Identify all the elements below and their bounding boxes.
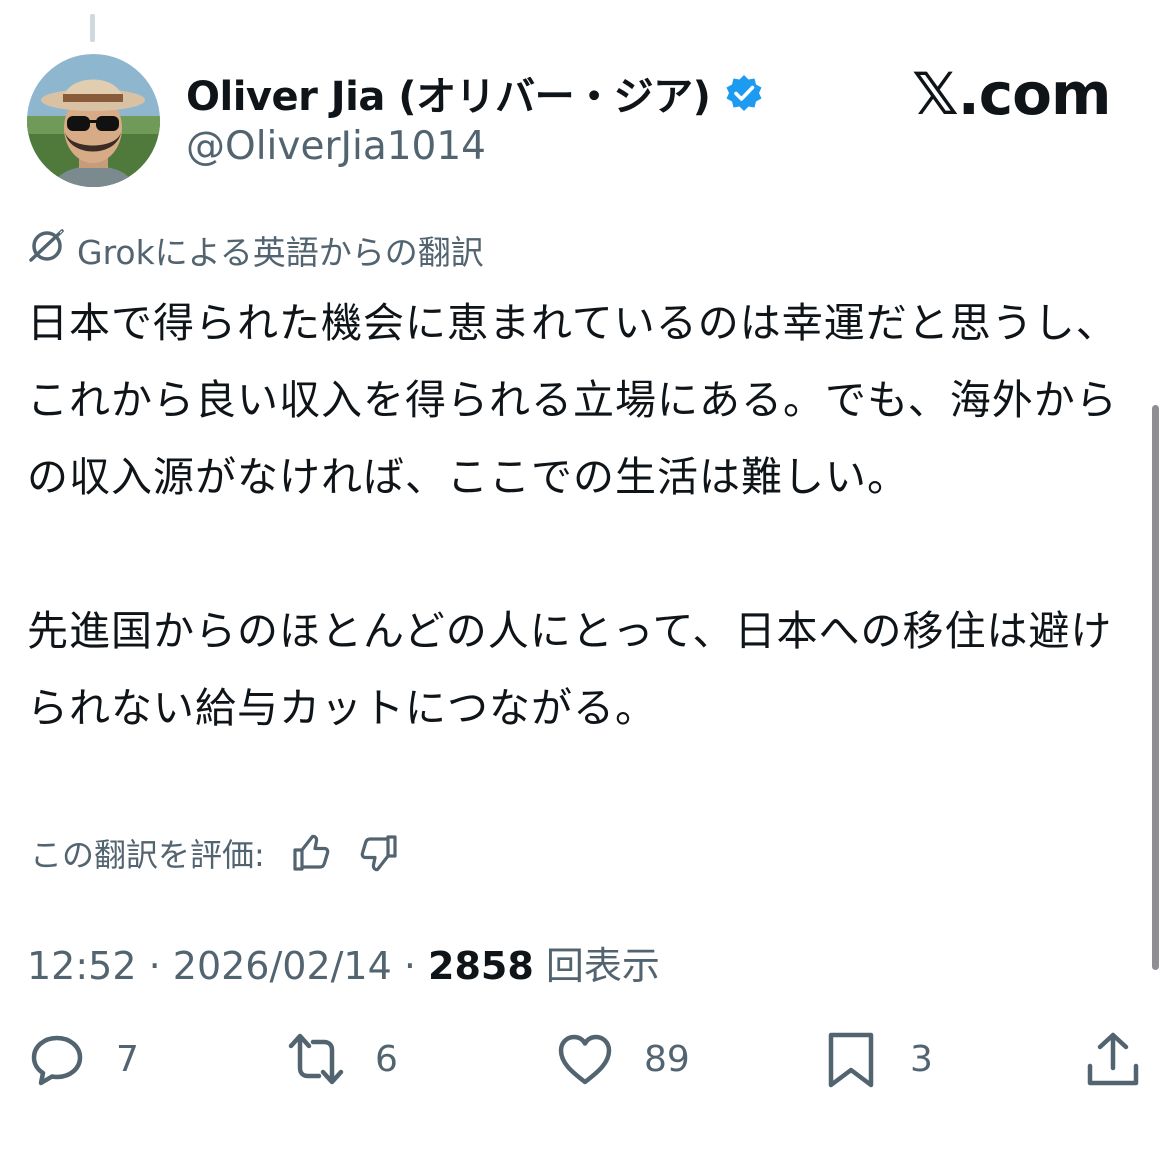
- share-icon: [1087, 1032, 1139, 1086]
- scrollbar[interactable]: [1152, 405, 1159, 970]
- meta-separator: ·: [391, 944, 429, 988]
- heart-icon: [558, 1034, 612, 1085]
- meta-separator: ·: [136, 944, 173, 988]
- reply-button[interactable]: 7: [28, 1030, 139, 1088]
- repost-icon: [288, 1033, 344, 1085]
- author-handle[interactable]: @OliverJia1014: [186, 124, 486, 169]
- verified-badge-icon: [724, 73, 764, 113]
- repost-button[interactable]: 6: [287, 1030, 398, 1088]
- reply-count: 7: [116, 1038, 139, 1080]
- tweet-text: 日本で得られた機会に恵まれているのは幸運だと思うし、これから良い収入を得られる立…: [27, 299, 1118, 732]
- grok-icon: [27, 226, 67, 274]
- views-label: 回表示: [533, 944, 660, 988]
- translation-note-text: Grokによる英語からの翻訳: [77, 233, 484, 272]
- avatar-image: [27, 54, 160, 187]
- views-count: 2858: [428, 944, 534, 988]
- translation-note: Grokによる英語からの翻訳: [27, 226, 484, 274]
- share-button[interactable]: [1084, 1030, 1142, 1088]
- avatar[interactable]: [27, 54, 160, 187]
- bookmark-icon: [828, 1032, 874, 1088]
- rating-label: この翻訳を評価:: [30, 836, 265, 874]
- tweet-time[interactable]: 12:52: [27, 944, 137, 988]
- repost-count: 6: [375, 1038, 398, 1080]
- like-count: 89: [644, 1038, 690, 1080]
- x-logo: 𝕏.com: [912, 60, 1111, 128]
- reply-icon: [31, 1035, 83, 1086]
- bookmark-count: 3: [910, 1038, 933, 1080]
- tweet-actions: 7 6 89 3: [0, 1030, 1170, 1100]
- thumbs-up-icon[interactable]: [289, 831, 333, 875]
- bookmark-button[interactable]: 3: [822, 1030, 933, 1088]
- thread-connector-line: [90, 14, 95, 42]
- author-display-name[interactable]: Oliver Jia (オリバー・ジア): [186, 64, 764, 122]
- tweet-meta: 12:52 · 2026/02/14 · 2858 回表示: [27, 935, 660, 990]
- like-button[interactable]: 89: [556, 1030, 690, 1088]
- author-name-text: Oliver Jia (オリバー・ジア): [186, 74, 711, 120]
- translation-rating: この翻訳を評価:: [30, 830, 401, 876]
- thumbs-down-icon[interactable]: [357, 831, 401, 875]
- tweet-date[interactable]: 2026/02/14: [173, 944, 392, 988]
